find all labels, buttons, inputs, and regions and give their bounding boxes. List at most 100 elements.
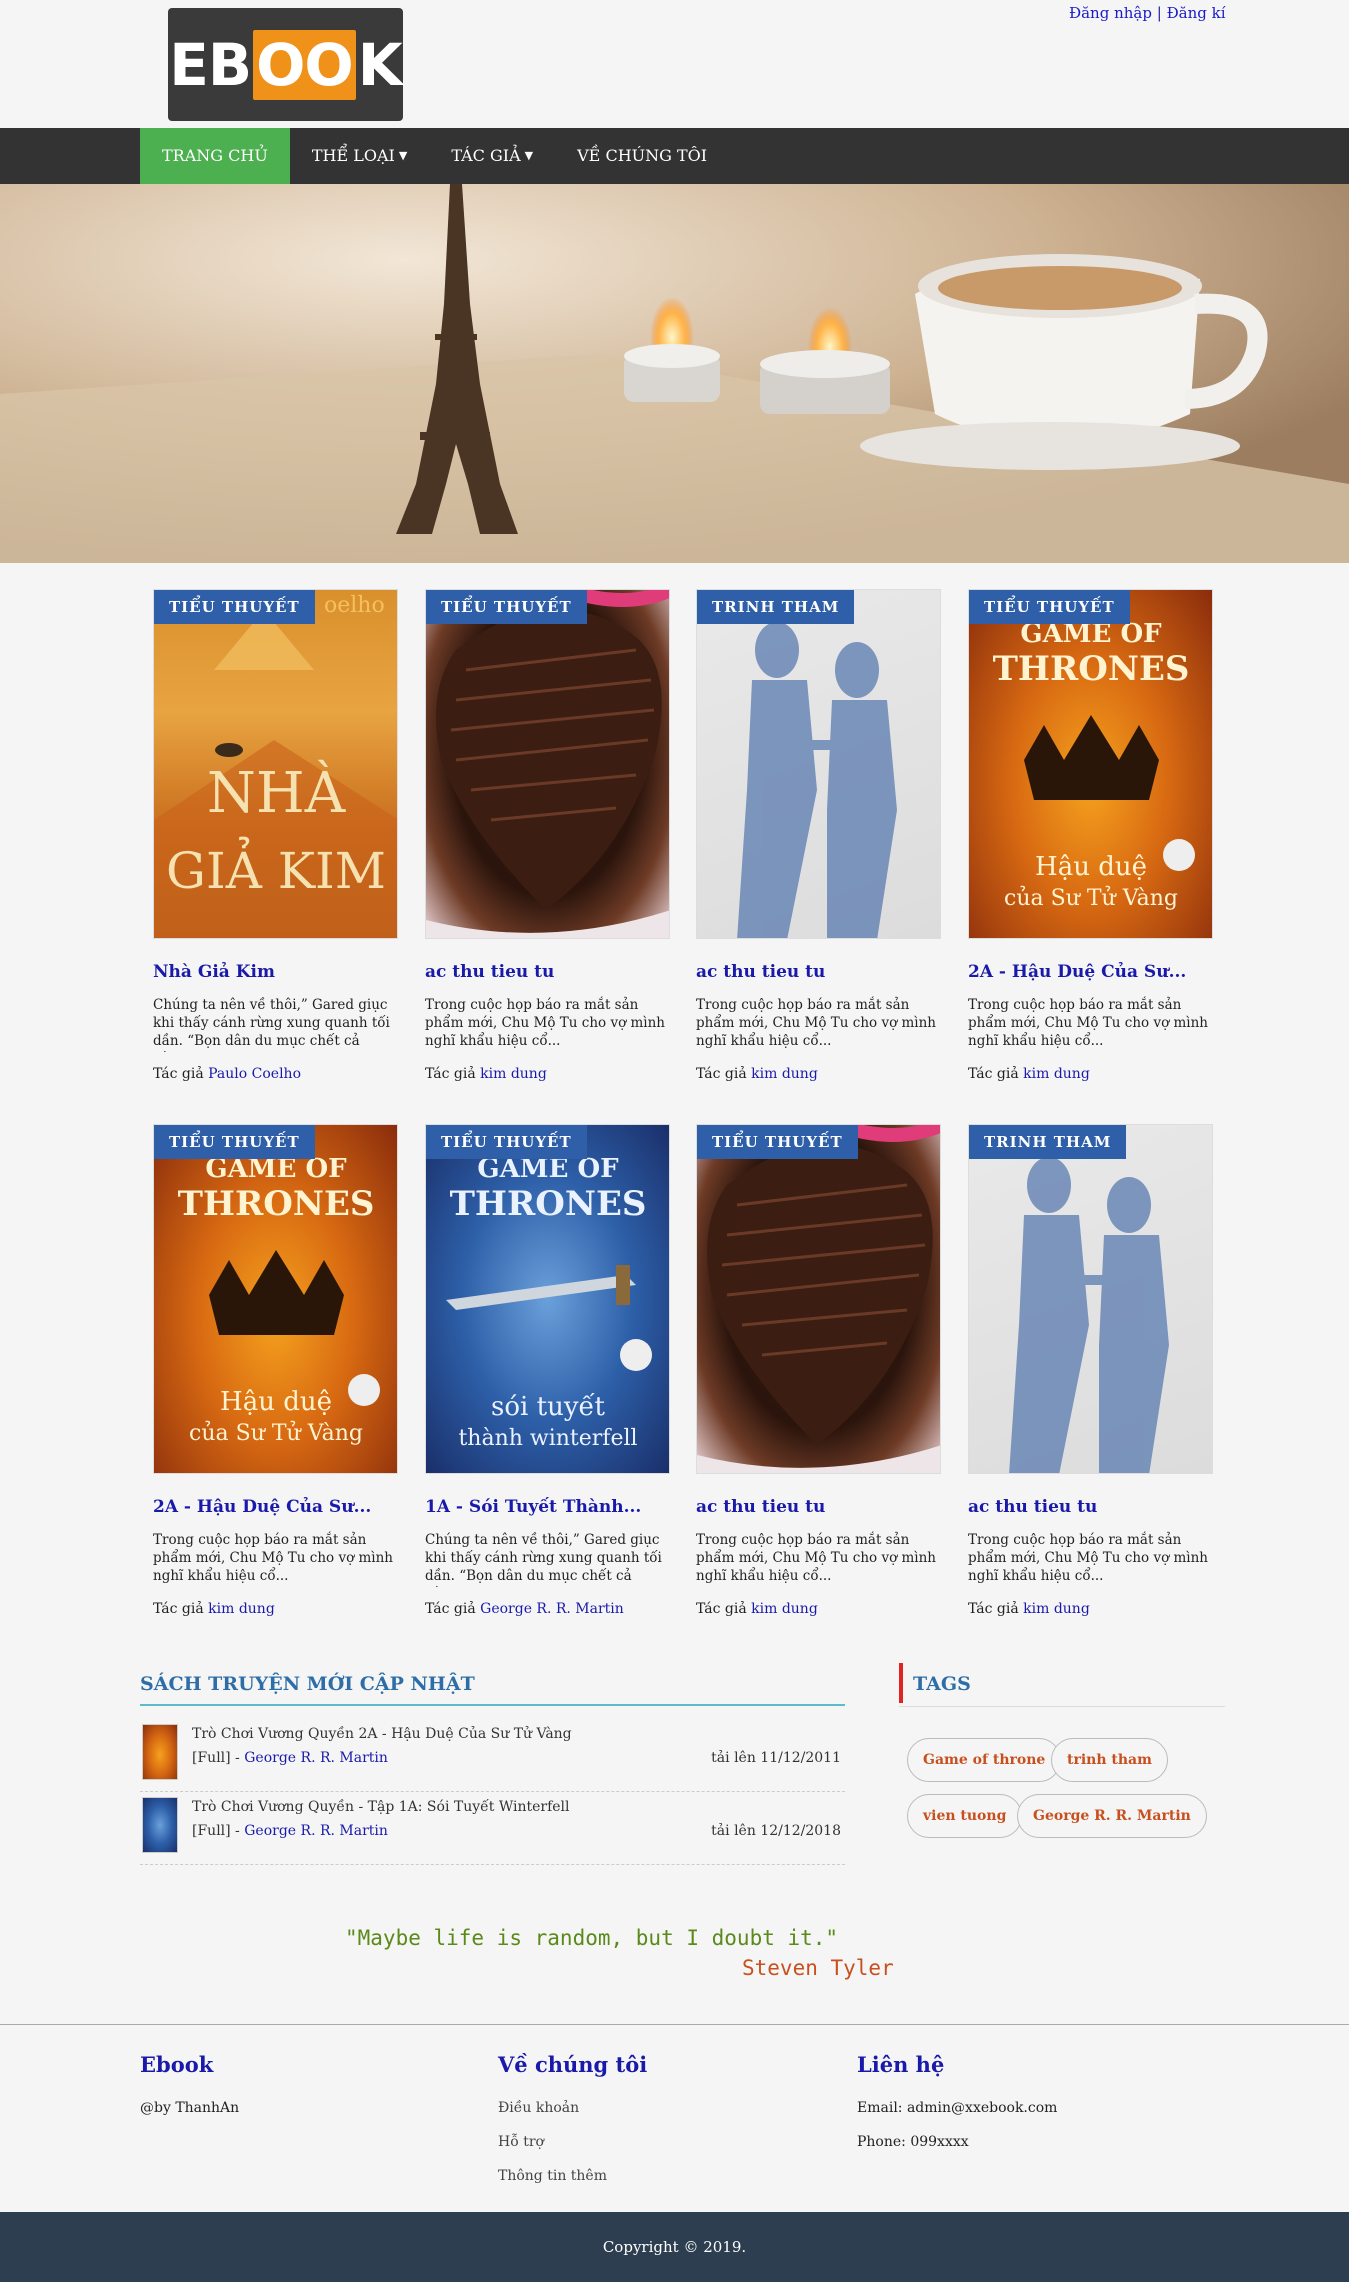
update-thumbnail[interactable] xyxy=(142,1724,178,1780)
book-cover[interactable]: TIỂU THUYẾT xyxy=(696,1124,941,1474)
book-title[interactable]: 2A - Hậu Duệ Của Sư... xyxy=(968,962,1213,982)
author-link[interactable]: kim dung xyxy=(1023,1601,1090,1617)
book-title[interactable]: 2A - Hậu Duệ Của Sư... xyxy=(153,1497,398,1517)
update-status: [Full] - xyxy=(192,1823,240,1839)
nav-categories[interactable]: THỂ LOẠI ▼ xyxy=(290,128,429,184)
footer-link-terms[interactable]: Điều khoản xyxy=(498,2100,579,2116)
book-cover-art xyxy=(737,622,897,938)
cover-subtitle-line1: Hậu duệ xyxy=(1035,852,1147,882)
tag-chip[interactable]: vien tuong xyxy=(907,1794,1023,1838)
footer-phone: Phone: 099xxxx xyxy=(857,2134,969,2150)
author-link[interactable]: kim dung xyxy=(1023,1066,1090,1082)
nav-authors[interactable]: TÁC GIẢ ▼ xyxy=(429,128,555,184)
update-author-link[interactable]: George R. R. Martin xyxy=(244,1823,388,1839)
cover-subtitle-line1: sói tuyết xyxy=(491,1392,605,1422)
update-title[interactable]: Trò Chơi Vương Quyền 2A - Hậu Duệ Của Sư… xyxy=(192,1726,572,1742)
category-badge[interactable]: TIỂU THUYẾT xyxy=(969,590,1130,624)
logo-text-mid: OO xyxy=(253,29,356,100)
book-cover[interactable]: GAME OF THRONES Hậu duệ của Sư Tử Vàng T… xyxy=(968,589,1213,939)
book-card[interactable]: GAME OF THRONES Hậu duệ của Sư Tử Vàng T… xyxy=(153,1124,398,1617)
book-cover[interactable]: TRINH THAM xyxy=(968,1124,1213,1474)
book-cover-art: GAME OF THRONES sói tuyết thành winterfe… xyxy=(446,1154,652,1451)
category-badge[interactable]: TIỂU THUYẾT xyxy=(426,1125,587,1159)
book-cover[interactable]: NHÀ GIẢ KIM oelho TIỂU THUYẾT xyxy=(153,589,398,939)
book-card[interactable]: GAME OF THRONES Hậu duệ của Sư Tử Vàng T… xyxy=(968,589,1213,1082)
tag-chip[interactable]: Game of throne xyxy=(907,1738,1062,1782)
footer-link-more-info[interactable]: Thông tin thêm xyxy=(498,2168,607,2184)
book-card[interactable]: NHÀ GIẢ KIM oelho TIỂU THUYẾT Nhà Giả Ki… xyxy=(153,589,398,1082)
tag-chip[interactable]: George R. R. Martin xyxy=(1017,1794,1207,1838)
update-thumbnail[interactable] xyxy=(142,1797,178,1853)
update-author-link[interactable]: George R. R. Martin xyxy=(244,1750,388,1766)
author-label: Tác giả xyxy=(968,1601,1019,1617)
update-status: [Full] - xyxy=(192,1750,240,1766)
book-title[interactable]: 1A - Sói Tuyết Thành... xyxy=(425,1497,670,1517)
book-cover-art xyxy=(426,590,669,938)
book-title[interactable]: ac thu tieu tu xyxy=(696,1497,941,1517)
cover-title-line1: NHÀ xyxy=(207,760,346,826)
cover-subtitle-line1: Hậu duệ xyxy=(220,1387,332,1417)
nav-authors-label: TÁC GIẢ xyxy=(451,146,521,165)
book-title[interactable]: Nhà Giả Kim xyxy=(153,962,398,982)
quote-text: "Maybe life is random, but I doubt it." xyxy=(345,1926,839,1950)
tags-header: TAGS xyxy=(899,1663,1225,1707)
book-cover[interactable]: GAME OF THRONES Hậu duệ của Sư Tử Vàng T… xyxy=(153,1124,398,1474)
auth-links: Đăng nhập | Đăng kí xyxy=(1069,4,1226,22)
logo-text-left: EB xyxy=(169,30,252,99)
book-title[interactable]: ac thu tieu tu xyxy=(968,1497,1213,1517)
category-badge[interactable]: TIỂU THUYẾT xyxy=(154,1125,315,1159)
footer-link-support[interactable]: Hỗ trợ xyxy=(498,2134,544,2150)
book-author-line: Tác giả George R. R. Martin xyxy=(425,1601,670,1617)
author-link[interactable]: George R. R. Martin xyxy=(480,1601,624,1617)
category-badge[interactable]: TIỂU THUYẾT xyxy=(697,1125,858,1159)
book-title[interactable]: ac thu tieu tu xyxy=(696,962,941,982)
author-link[interactable]: kim dung xyxy=(208,1601,275,1617)
footer-about-title: Về chúng tôi xyxy=(498,2052,648,2077)
hero-image xyxy=(0,184,1349,563)
cover-top-text: oelho xyxy=(324,593,385,618)
book-card[interactable]: TIỂU THUYẾT ac thu tieu tu Trong cuộc họ… xyxy=(696,1124,941,1617)
author-link[interactable]: kim dung xyxy=(751,1601,818,1617)
category-badge[interactable]: TRINH THAM xyxy=(969,1125,1127,1159)
logo-text-right: K xyxy=(357,30,403,99)
book-card[interactable]: TRINH THAM ac thu tieu tu Trong cuộc họp… xyxy=(968,1124,1213,1617)
book-description: Trong cuộc họp báo ra mắt sản phẩm mới, … xyxy=(696,997,937,1049)
book-description: Chúng ta nên về thôi,” Gared giục khi th… xyxy=(153,997,390,1052)
category-badge[interactable]: TRINH THAM xyxy=(697,590,855,624)
cover-subtitle-line2: của Sư Tử Vàng xyxy=(189,1420,363,1446)
book-cover-art: GAME OF THRONES Hậu duệ của Sư Tử Vàng xyxy=(178,1154,380,1446)
book-author-line: Tác giả kim dung xyxy=(968,1066,1213,1082)
author-link[interactable]: kim dung xyxy=(480,1066,547,1082)
author-link[interactable]: kim dung xyxy=(751,1066,818,1082)
cover-title-line2: THRONES xyxy=(178,1184,375,1224)
tag-chip[interactable]: trinh tham xyxy=(1051,1738,1168,1782)
footer-brand-title: Ebook xyxy=(140,2052,214,2077)
book-card[interactable]: TIỂU THUYẾT ac thu tieu tu Trong cuộc họ… xyxy=(425,589,670,1082)
book-cover[interactable]: GAME OF THRONES sói tuyết thành winterfe… xyxy=(425,1124,670,1474)
author-link[interactable]: Paulo Coelho xyxy=(208,1066,301,1082)
book-title[interactable]: ac thu tieu tu xyxy=(425,962,670,982)
author-label: Tác giả xyxy=(425,1601,476,1617)
category-badge[interactable]: TIỂU THUYẾT xyxy=(426,590,587,624)
book-description: Trong cuộc họp báo ra mắt sản phẩm mới, … xyxy=(968,1532,1209,1584)
book-description: Trong cuộc họp báo ra mắt sản phẩm mới, … xyxy=(425,997,666,1049)
book-card[interactable]: TRINH THAM ac thu tieu tu Trong cuộc họp… xyxy=(696,589,941,1082)
register-link[interactable]: Đăng kí xyxy=(1167,4,1226,22)
update-title[interactable]: Trò Chơi Vương Quyền - Tập 1A: Sói Tuyết… xyxy=(192,1799,570,1815)
update-row[interactable]: Trò Chơi Vương Quyền 2A - Hậu Duệ Của Sư… xyxy=(140,1720,845,1792)
book-cover[interactable]: TRINH THAM xyxy=(696,589,941,939)
nav-about[interactable]: VỀ CHÚNG TÔI xyxy=(555,128,729,184)
site-logo[interactable]: EB OO K xyxy=(168,8,403,121)
category-badge[interactable]: TIỂU THUYẾT xyxy=(154,590,315,624)
book-cover[interactable]: TIỂU THUYẾT xyxy=(425,589,670,939)
author-label: Tác giả xyxy=(153,1601,204,1617)
book-description: Trong cuộc họp báo ra mắt sản phẩm mới, … xyxy=(696,1532,937,1584)
copyright-text: Copyright © 2019. xyxy=(602,2238,747,2256)
login-link[interactable]: Đăng nhập xyxy=(1069,4,1152,22)
caret-down-icon: ▼ xyxy=(398,149,408,162)
update-row[interactable]: Trò Chơi Vương Quyền - Tập 1A: Sói Tuyết… xyxy=(140,1793,845,1865)
nav-home[interactable]: TRANG CHỦ xyxy=(140,128,290,184)
footer-contact-title: Liên hệ xyxy=(857,2052,945,2077)
author-label: Tác giả xyxy=(968,1066,1019,1082)
book-card[interactable]: GAME OF THRONES sói tuyết thành winterfe… xyxy=(425,1124,670,1617)
